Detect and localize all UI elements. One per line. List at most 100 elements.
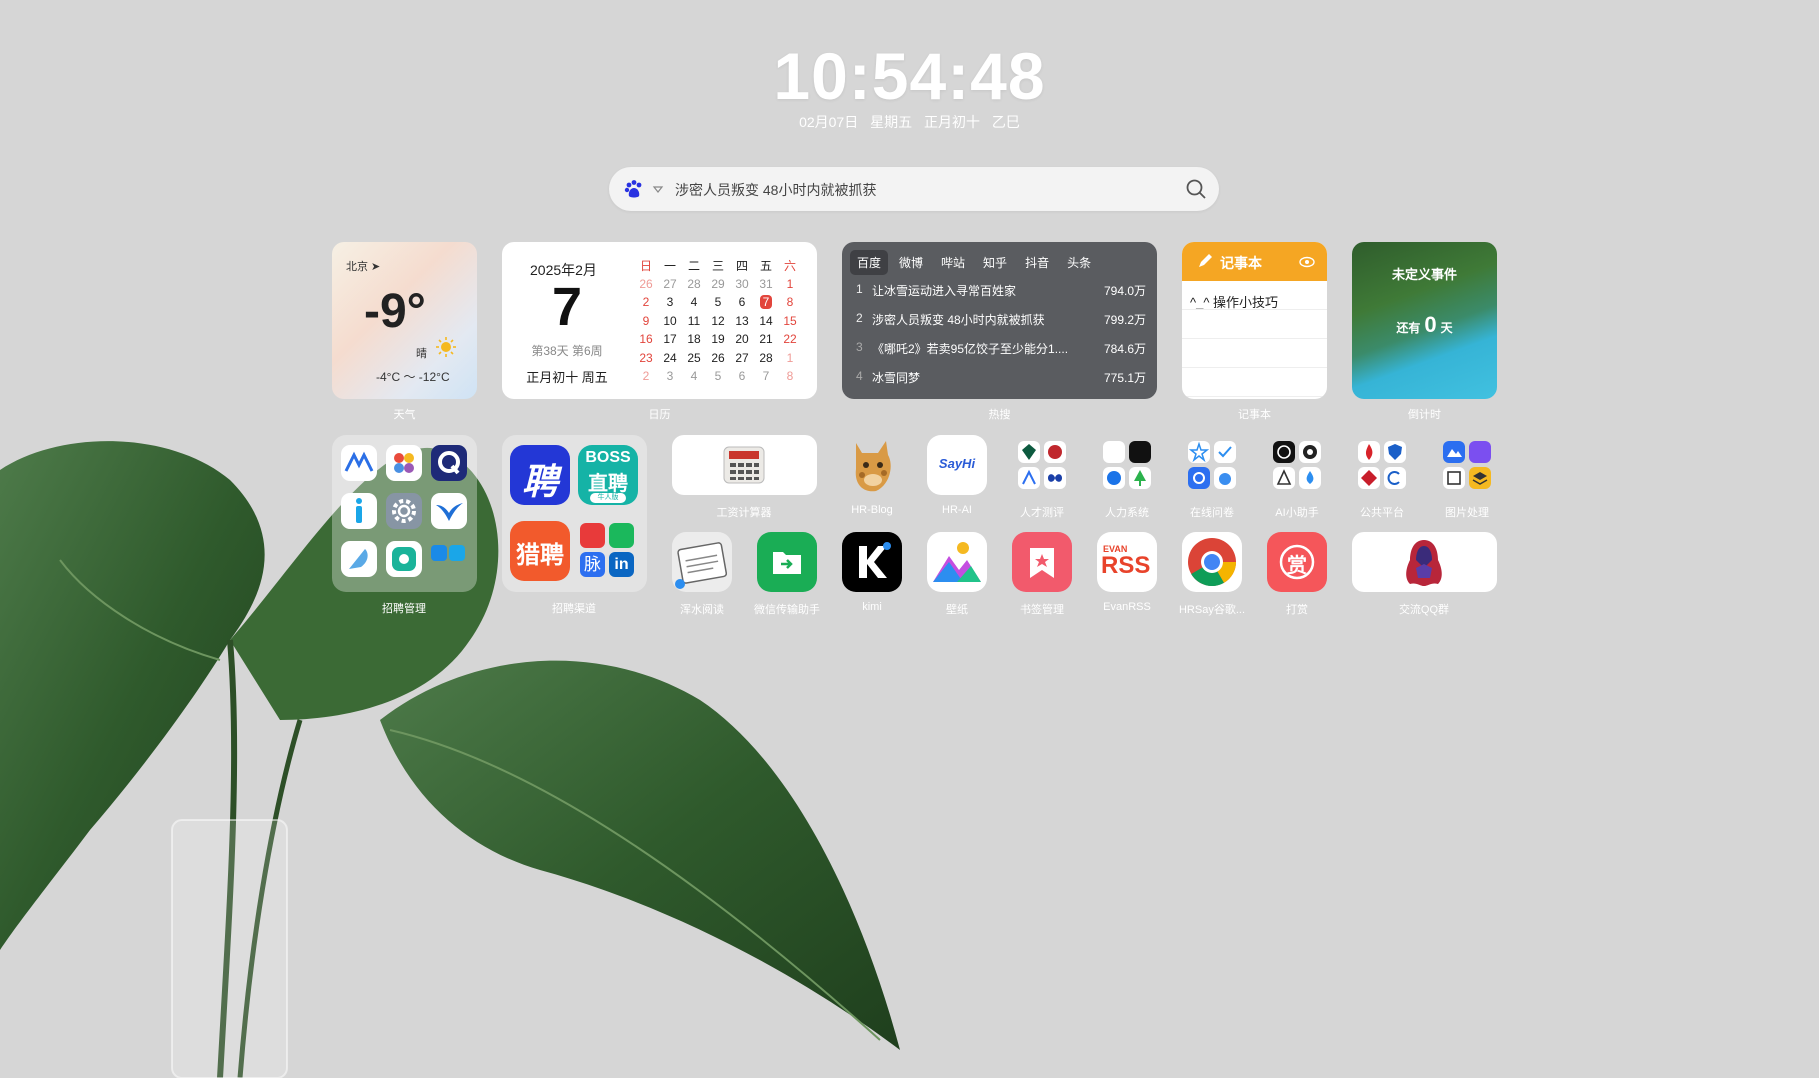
sayhi-icon[interactable]: SayHi: [927, 435, 987, 495]
calendar-day-cell[interactable]: 2: [634, 293, 658, 312]
calendar-day-cell[interactable]: 5: [706, 367, 730, 386]
hot-tab[interactable]: 百度: [850, 250, 889, 275]
blue-sphere-icon[interactable]: [1103, 467, 1125, 489]
calendar-day-cell[interactable]: 12: [706, 312, 730, 331]
calendar-day-cell[interactable]: 18: [682, 330, 706, 349]
calendar-day-cell[interactable]: 27: [658, 275, 682, 294]
gear-icon[interactable]: [386, 493, 422, 529]
calendar-day-cell[interactable]: 11: [682, 312, 706, 331]
calendar-day-cell[interactable]: 4: [682, 293, 706, 312]
feather-app-icon[interactable]: [341, 541, 377, 577]
boss-zhipin-icon[interactable]: BOSS 直聘 牛人版: [578, 445, 638, 505]
calendar-day-cell[interactable]: 16: [634, 330, 658, 349]
calendar-day-cell[interactable]: 8: [778, 367, 802, 386]
star-icon[interactable]: [1188, 441, 1210, 463]
calendar-day-cell[interactable]: 27: [730, 349, 754, 368]
calendar-day-cell[interactable]: 3: [658, 367, 682, 386]
chevron-down-icon[interactable]: [652, 183, 664, 195]
image-processing-group[interactable]: [1437, 435, 1497, 495]
calendar-day-cell[interactable]: 28: [754, 349, 778, 368]
q-app-icon[interactable]: [431, 445, 467, 481]
calendar-day-cell[interactable]: 20: [730, 330, 754, 349]
blue-a-icon[interactable]: [1018, 467, 1040, 489]
calendar-day-cell[interactable]: 6: [730, 367, 754, 386]
hot-tab[interactable]: 抖音: [1018, 250, 1056, 275]
hot-item[interactable]: 1 让冰雪运动进入寻常百姓家 794.0万: [856, 282, 1146, 299]
qq-group-widget[interactable]: [1352, 532, 1497, 592]
rss-icon[interactable]: EVAN RSS: [1097, 532, 1157, 592]
green-recruit-icon[interactable]: [609, 523, 634, 548]
mini-app-group-icon[interactable]: [431, 541, 467, 577]
red-badge-icon[interactable]: [1044, 441, 1066, 463]
calendar-day-cell[interactable]: 26: [634, 275, 658, 294]
calendar-day-cell[interactable]: 23: [634, 349, 658, 368]
calendar-day-cell[interactable]: 15: [778, 312, 802, 331]
info-i-icon[interactable]: [341, 493, 377, 529]
calendar-day-cell[interactable]: 14: [754, 312, 778, 331]
calendar-day-cell[interactable]: 13: [730, 312, 754, 331]
folder-recruit-channels[interactable]: 聘 BOSS 直聘 牛人版 猎聘 脉 in: [502, 435, 647, 592]
hot-item[interactable]: 2 涉密人员叛变 48小时内就被抓获 799.2万: [856, 311, 1146, 328]
red-diamond-icon[interactable]: [1358, 467, 1380, 489]
hot-item[interactable]: 3 《哪吒2》若卖95亿饺子至少能分1.... 784.6万: [856, 340, 1146, 357]
search-input[interactable]: [673, 175, 1157, 205]
calendar-day-cell[interactable]: 19: [706, 330, 730, 349]
chatgpt-icon[interactable]: [1273, 441, 1295, 463]
calendar-day-cell[interactable]: 22: [778, 330, 802, 349]
sail-icon[interactable]: [1273, 467, 1295, 489]
calendar-day-cell[interactable]: 29: [706, 275, 730, 294]
red-hand-icon[interactable]: [580, 523, 605, 548]
notes-widget[interactable]: 记事本 ^_^ 操作小技巧: [1182, 242, 1327, 399]
mountain-icon[interactable]: [1443, 441, 1465, 463]
spiral-icon[interactable]: [1299, 441, 1321, 463]
zhaopin-app-icon[interactable]: 聘: [510, 445, 570, 505]
bird-app-icon[interactable]: [431, 493, 467, 529]
hot-tab[interactable]: 知乎: [976, 250, 1014, 275]
mokahr-icon[interactable]: [341, 445, 377, 481]
search-icon[interactable]: [1185, 178, 1207, 200]
bookmark-icon[interactable]: [1012, 532, 1072, 592]
calendar-day-cell[interactable]: 28: [682, 275, 706, 294]
calendar-day-cell[interactable]: 9: [634, 312, 658, 331]
kimi-icon[interactable]: [842, 532, 902, 592]
wechat-transfer-icon[interactable]: [757, 532, 817, 592]
calendar-day-cell[interactable]: 6: [730, 293, 754, 312]
calendar-day-cell[interactable]: 21: [754, 330, 778, 349]
calendar-day-cell[interactable]: 30: [730, 275, 754, 294]
hot-tab[interactable]: 哔站: [934, 250, 972, 275]
calendar-day-cell[interactable]: 8: [778, 293, 802, 312]
infinity-icon[interactable]: [1044, 467, 1066, 489]
calendar-day-cell[interactable]: 7: [754, 367, 778, 386]
online-survey-group[interactable]: [1182, 435, 1242, 495]
folder-recruit-management[interactable]: [332, 435, 477, 592]
dark-logo-icon[interactable]: [1129, 441, 1151, 463]
calendar-day-cell[interactable]: 25: [682, 349, 706, 368]
canva-icon[interactable]: [1469, 441, 1491, 463]
c-logo-icon[interactable]: [1384, 467, 1406, 489]
colorful-dots-icon[interactable]: [386, 445, 422, 481]
calendar-day-cell[interactable]: 7: [754, 293, 778, 312]
salary-calculator-widget[interactable]: [672, 435, 817, 495]
calendar-day-cell[interactable]: 10: [658, 312, 682, 331]
green-tree-icon[interactable]: [1129, 467, 1151, 489]
giraffe-icon[interactable]: [842, 435, 902, 495]
calendar-day-cell[interactable]: 17: [658, 330, 682, 349]
hot-tab[interactable]: 头条: [1060, 250, 1098, 275]
newspaper-icon[interactable]: [672, 532, 732, 592]
layers-icon[interactable]: [1469, 467, 1491, 489]
ai-assistant-group[interactable]: [1267, 435, 1327, 495]
wallpaper-icon[interactable]: [927, 532, 987, 592]
chrome-icon[interactable]: [1182, 532, 1242, 592]
calendar-day-cell[interactable]: 31: [754, 275, 778, 294]
calendar-day-cell[interactable]: 24: [658, 349, 682, 368]
drop-icon[interactable]: [1299, 467, 1321, 489]
diamond-app-icon[interactable]: [1018, 441, 1040, 463]
weather-widget[interactable]: 北京 ➤ -9° 晴 -4°C ～ -12°C: [332, 242, 477, 399]
hot-tab[interactable]: 微博: [892, 250, 930, 275]
blue-circle-icon[interactable]: [1188, 467, 1210, 489]
hot-item[interactable]: 4 冰雪同梦 775.1万: [856, 369, 1146, 386]
eye-icon[interactable]: [1299, 254, 1315, 270]
linkedin-icon[interactable]: in: [609, 552, 634, 577]
calendar-day-cell[interactable]: 2: [634, 367, 658, 386]
countdown-widget[interactable]: 未定义事件 还有 0 天: [1352, 242, 1497, 399]
